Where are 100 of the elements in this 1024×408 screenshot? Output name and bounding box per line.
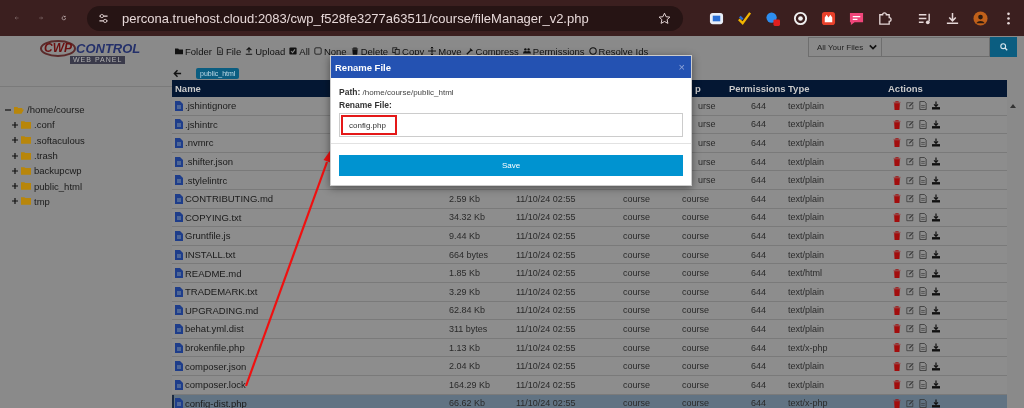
document-icon[interactable] xyxy=(919,324,927,334)
trash-icon[interactable] xyxy=(893,175,901,185)
edit-icon[interactable] xyxy=(906,194,914,204)
extension-icon[interactable] xyxy=(737,10,752,26)
download-icon[interactable] xyxy=(932,250,940,260)
download-icon[interactable] xyxy=(932,157,940,167)
document-icon[interactable] xyxy=(919,194,927,204)
edit-icon[interactable] xyxy=(906,268,914,278)
file-name[interactable]: INSTALL.txt xyxy=(172,249,446,261)
document-icon[interactable] xyxy=(919,250,927,260)
download-icon[interactable] xyxy=(932,119,940,129)
download-icon[interactable] xyxy=(932,287,940,297)
document-icon[interactable] xyxy=(919,398,927,408)
edit-icon[interactable] xyxy=(906,138,914,148)
extension-icon[interactable] xyxy=(821,10,836,26)
save-button[interactable]: Save xyxy=(339,155,683,176)
download-icon[interactable] xyxy=(945,10,960,26)
download-icon[interactable] xyxy=(932,212,940,222)
plus-icon[interactable] xyxy=(12,183,18,190)
trash-icon[interactable] xyxy=(893,398,901,408)
trash-icon[interactable] xyxy=(893,268,901,278)
toolbar-button[interactable]: File xyxy=(215,45,242,57)
file-name[interactable]: .nvmrc xyxy=(172,137,446,149)
file-name[interactable]: COPYING.txt xyxy=(172,211,446,223)
trash-icon[interactable] xyxy=(893,231,901,241)
trash-icon[interactable] xyxy=(893,250,901,260)
tree-item[interactable]: .conf xyxy=(34,119,55,131)
back-arrow-icon[interactable] xyxy=(173,68,182,78)
plus-icon[interactable] xyxy=(12,121,18,128)
edit-icon[interactable] xyxy=(906,305,914,315)
file-name[interactable]: .stylelintrc xyxy=(172,174,446,186)
extension-icon[interactable] xyxy=(709,10,724,26)
file-name[interactable]: config-dist.php xyxy=(172,397,446,408)
trash-icon[interactable] xyxy=(893,119,901,129)
file-name[interactable]: composer.lock xyxy=(172,379,446,391)
close-button[interactable]: × xyxy=(678,61,685,73)
search-field[interactable] xyxy=(882,37,990,57)
edit-icon[interactable] xyxy=(906,287,914,297)
file-name[interactable]: brokenfile.php xyxy=(172,342,446,353)
column-header[interactable]: Type xyxy=(785,83,885,94)
tree-item[interactable]: /home/course xyxy=(27,104,85,116)
document-icon[interactable] xyxy=(919,157,927,167)
tree-item[interactable]: .trash xyxy=(34,150,58,162)
tree-item[interactable]: backupcwp xyxy=(34,165,82,177)
trash-icon[interactable] xyxy=(893,324,901,334)
file-name[interactable]: behat.yml.dist xyxy=(172,323,446,335)
site-settings-icon[interactable] xyxy=(97,11,110,25)
file-name[interactable]: README.md xyxy=(172,267,446,279)
edit-icon[interactable] xyxy=(906,343,914,352)
trash-icon[interactable] xyxy=(893,380,901,390)
edit-icon[interactable] xyxy=(906,212,914,222)
edit-icon[interactable] xyxy=(906,157,914,167)
file-name[interactable]: CONTRIBUTING.md xyxy=(172,193,446,205)
plus-icon[interactable] xyxy=(12,152,18,159)
document-icon[interactable] xyxy=(919,380,927,390)
edit-icon[interactable] xyxy=(906,175,914,185)
scope-dropdown[interactable]: All Your Files xyxy=(808,37,882,57)
download-icon[interactable] xyxy=(932,343,940,352)
address-bar[interactable]: percona.truehost.cloud:2083/cwp_f528fe3277a63511/course/fileManager_v2.php xyxy=(87,5,683,31)
tree-item[interactable]: tmp xyxy=(34,195,50,207)
document-icon[interactable] xyxy=(919,361,927,371)
download-icon[interactable] xyxy=(932,175,940,185)
plus-icon[interactable] xyxy=(12,137,18,144)
column-header[interactable]: p xyxy=(695,83,729,94)
edit-icon[interactable] xyxy=(906,101,914,111)
trash-icon[interactable] xyxy=(893,343,901,352)
file-name[interactable]: TRADEMARK.txt xyxy=(172,286,446,298)
download-icon[interactable] xyxy=(932,194,940,204)
toolbar-button[interactable]: Upload xyxy=(245,45,286,57)
trash-icon[interactable] xyxy=(893,305,901,315)
trash-icon[interactable] xyxy=(893,101,901,111)
download-icon[interactable] xyxy=(932,361,940,371)
edit-icon[interactable] xyxy=(906,324,914,334)
edit-icon[interactable] xyxy=(906,361,914,371)
document-icon[interactable] xyxy=(919,212,927,222)
search-button[interactable] xyxy=(990,37,1017,57)
star-icon[interactable] xyxy=(658,11,671,25)
download-icon[interactable] xyxy=(932,324,940,334)
file-name[interactable]: Gruntfile.js xyxy=(172,230,446,242)
download-icon[interactable] xyxy=(932,305,940,315)
column-header[interactable]: Permissions xyxy=(729,83,785,94)
minus-icon[interactable] xyxy=(5,106,11,113)
document-icon[interactable] xyxy=(919,175,927,185)
file-name[interactable]: composer.json xyxy=(172,360,446,372)
download-icon[interactable] xyxy=(932,138,940,148)
plus-icon[interactable] xyxy=(12,198,18,205)
download-icon[interactable] xyxy=(932,380,940,390)
document-icon[interactable] xyxy=(919,287,927,297)
filename-field[interactable]: config.php xyxy=(339,113,683,137)
edit-icon[interactable] xyxy=(906,380,914,390)
tree-item[interactable]: public_html xyxy=(34,180,83,192)
trash-icon[interactable] xyxy=(893,361,901,371)
edit-icon[interactable] xyxy=(906,119,914,129)
toolbar-button[interactable]: Delete xyxy=(350,45,389,57)
document-icon[interactable] xyxy=(919,343,927,352)
avatar-icon[interactable] xyxy=(973,10,988,26)
toolbar-button[interactable]: Folder xyxy=(175,45,212,57)
column-header[interactable]: Actions xyxy=(885,83,1007,94)
download-icon[interactable] xyxy=(932,268,940,278)
trash-icon[interactable] xyxy=(893,287,901,297)
